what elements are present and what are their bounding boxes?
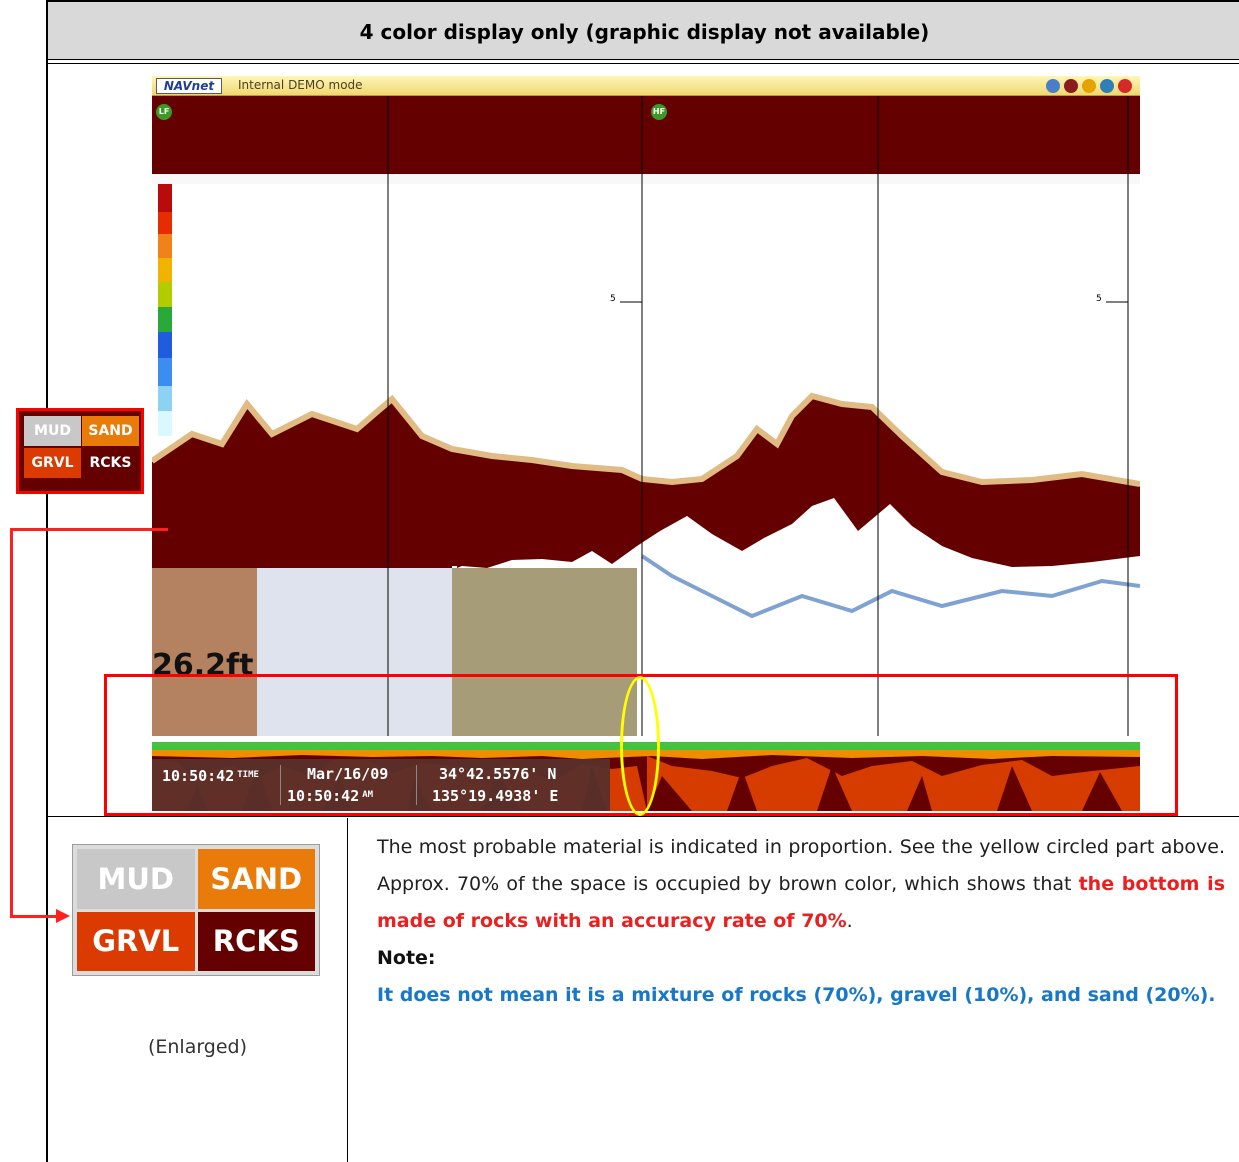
description-end: . <box>846 910 853 932</box>
arrow-horizontal-bottom <box>10 915 58 918</box>
legend-mud: MUD <box>77 849 195 909</box>
legend-gravel: GRVL <box>77 911 195 971</box>
header-title: 4 color display only (graphic display no… <box>359 20 930 44</box>
highlight-circle <box>620 676 660 816</box>
signal-color-scale <box>158 184 172 436</box>
small-bottom-legend: MUD SAND GRVL RCKS <box>16 408 144 494</box>
arrow-head <box>56 909 70 923</box>
small-legend-mud: MUD <box>24 416 81 446</box>
legend-sand: SAND <box>197 849 315 909</box>
titlebar-icons <box>1046 79 1132 93</box>
legend-rocks: RCKS <box>197 911 315 971</box>
info-icon[interactable] <box>1100 79 1114 93</box>
arrow-vertical <box>10 528 13 918</box>
table-header: 4 color display only (graphic display no… <box>48 0 1239 64</box>
small-legend-rocks: RCKS <box>82 448 139 478</box>
enlarged-legend: MUD SAND GRVL RCKS <box>72 844 320 976</box>
sun-icon[interactable] <box>1082 79 1096 93</box>
depth-scale-right: 5 <box>1096 294 1102 304</box>
description-text: The most probable material is indicated … <box>377 829 1225 1014</box>
note-text: It does not mean it is a mixture of rock… <box>377 984 1216 1006</box>
close-icon[interactable] <box>1118 79 1132 93</box>
radar-icon[interactable] <box>1064 79 1078 93</box>
enlarged-caption: (Enlarged) <box>147 1036 248 1058</box>
note-label: Note: <box>377 947 436 969</box>
lf-badge: LF <box>156 104 172 120</box>
depth-scale-left: 5 <box>610 294 616 304</box>
navnet-logo: NAVnet <box>156 78 222 94</box>
small-legend-sand: SAND <box>82 416 139 446</box>
hf-badge: HF <box>651 104 667 120</box>
globe-icon[interactable] <box>1046 79 1060 93</box>
arrow-horizontal-top <box>10 528 168 531</box>
demo-mode-label: Internal DEMO mode <box>238 78 363 92</box>
app-titlebar: NAVnet Internal DEMO mode <box>152 76 1140 96</box>
small-legend-gravel: GRVL <box>24 448 81 478</box>
enlarged-legend-cell: MUD SAND GRVL RCKS (Enlarged) <box>48 818 348 1162</box>
row-divider <box>48 816 1239 817</box>
